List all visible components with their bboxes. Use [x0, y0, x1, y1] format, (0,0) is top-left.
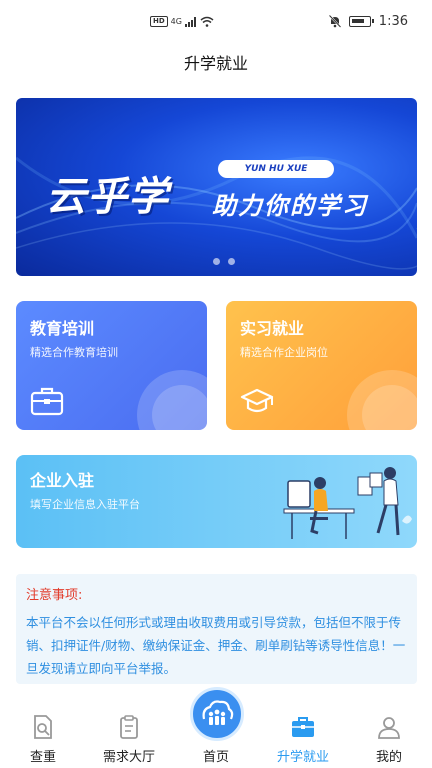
- tab-label: 升学就业: [276, 750, 329, 765]
- office-workers-illustration: [283, 467, 412, 539]
- notice-title: 注意事项:: [26, 588, 83, 603]
- card-subtitle: 精选合作企业岗位: [240, 346, 328, 359]
- internship-employment-card[interactable]: 实习就业 精选合作企业岗位: [226, 301, 417, 430]
- status-right: 1:36: [328, 14, 408, 29]
- banner-brand-text: 云乎学: [46, 174, 169, 220]
- clock: 1:36: [378, 14, 408, 29]
- hd-badge: HD: [150, 16, 168, 27]
- home-center-button[interactable]: [190, 687, 244, 741]
- tab-check-duplicate[interactable]: 查重: [8, 714, 78, 765]
- tab-label: 首页: [202, 750, 229, 765]
- briefcase-icon: [292, 717, 314, 737]
- home-people-icon: [202, 700, 234, 725]
- card-title: 实习就业: [240, 319, 305, 338]
- document-search-icon: [34, 715, 52, 739]
- tab-label: 需求大厅: [102, 750, 155, 765]
- tab-label: 我的: [375, 750, 402, 765]
- carousel-indicator: [213, 258, 235, 265]
- card-subtitle: 填写企业信息入驻平台: [30, 498, 140, 511]
- clipboard-icon: [120, 715, 138, 739]
- card-title: 企业入驻: [30, 471, 95, 490]
- enterprise-join-card[interactable]: 企业入驻 填写企业信息入驻平台: [16, 455, 417, 548]
- user-icon: [378, 717, 400, 739]
- card-title: 教育培训: [30, 319, 95, 338]
- tab-demand-hall[interactable]: 需求大厅: [94, 714, 164, 765]
- notice-panel: 注意事项: 本平台不会以任何形式或理由收取费用或引导贷款，包括但不限于传销、扣押…: [16, 574, 417, 684]
- network-type: 4G: [170, 17, 182, 26]
- tab-mine[interactable]: 我的: [354, 714, 424, 765]
- mute-bell-icon: [328, 15, 341, 28]
- carousel-dot[interactable]: [228, 258, 235, 265]
- graduation-cap-icon: [240, 388, 274, 413]
- signal-icon: [184, 16, 196, 27]
- banner-slogan: 助力你的学习: [212, 192, 368, 220]
- banner-pinyin-pill: YUN HU XUE: [218, 160, 334, 178]
- tab-label: 查重: [29, 750, 56, 765]
- promo-banner[interactable]: 云乎学 YUN HU XUE 助力你的学习: [16, 98, 417, 276]
- carousel-dot[interactable]: [213, 258, 220, 265]
- page-title: 升学就业: [183, 54, 248, 73]
- tab-education-employment[interactable]: 升学就业: [268, 714, 338, 765]
- status-indicators: HD 4G: [150, 16, 214, 27]
- battery-icon: [348, 16, 374, 27]
- status-bar: HD 4G 1:36: [0, 0, 432, 40]
- briefcase-icon: [30, 387, 64, 416]
- education-training-card[interactable]: 教育培训 精选合作教育培训: [16, 301, 207, 430]
- notice-body: 本平台不会以任何形式或理由收取费用或引导贷款，包括但不限于传销、扣押证件/财物、…: [26, 615, 406, 676]
- wifi-icon: [200, 16, 214, 27]
- card-subtitle: 精选合作教育培训: [30, 346, 118, 359]
